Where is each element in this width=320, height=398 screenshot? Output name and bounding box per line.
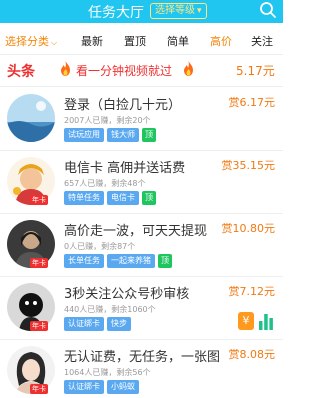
search-icon[interactable] [259, 1, 277, 19]
tab-simple[interactable]: 简单 [167, 33, 189, 49]
task-title: 3秒关注公众号秒审核 [64, 287, 190, 302]
task-tag: 认证绑卡 [64, 317, 104, 331]
task-card[interactable]: 年卡 高价走一波，可天天提现 0人已赚，剩余87个 长单任务 一起来养猪顶 赏10… [0, 214, 283, 276]
task-tag: 长单任务 [64, 254, 104, 268]
task-tags: 认证绑卡 小蚂蚁 [64, 380, 142, 398]
membership-badge: 年卡 [30, 258, 48, 268]
pinned-badge: 顶 [158, 254, 172, 268]
task-tags: 认证绑卡 快步 [64, 317, 134, 336]
task-meta: 1064人已赚，剩余56个 [64, 368, 151, 377]
tab-following[interactable]: 关注 [251, 33, 273, 49]
task-reward: 赏6.17元 [228, 96, 276, 109]
task-reward: 赏7.12元 [228, 285, 276, 298]
headline-banner[interactable]: 头条 看一分钟视频就过 5.17元 [0, 56, 283, 84]
fire-icon [61, 61, 70, 76]
chevron-down-icon: ⌵ [51, 38, 58, 47]
task-meta: 2007人已赚，剩余20个 [64, 116, 151, 125]
task-card[interactable]: 年卡 无认证费，无任务，一张图 1064人已赚，剩余56个 认证绑卡 小蚂蚁 赏8… [0, 340, 283, 398]
task-title: 电信卡 高佣并送话费 [64, 161, 186, 176]
headline-tag: 头条 [7, 64, 35, 80]
task-card[interactable]: 登录（白捡几十元） 2007人已赚，剩余20个 试玩应用 钱大师顶 赏6.17元 [0, 88, 283, 150]
divider [0, 54, 283, 55]
task-tags: 特单任务 电信卡顶 [64, 191, 159, 210]
task-tag: 特单任务 [64, 191, 104, 205]
stats-icon[interactable] [258, 312, 274, 330]
filter-tabs: 选择分类 ⌵ 最新 置顶 简单 高价 关注 [0, 28, 283, 52]
coin-icon[interactable]: ¥ [238, 312, 254, 330]
task-meta: 440人已赚，剩余1060个 [64, 305, 156, 314]
membership-badge: 年卡 [30, 384, 48, 394]
page-title: 任务大厅 [88, 5, 144, 21]
task-reward: 赏8.08元 [228, 348, 276, 361]
task-meta: 0人已赚，剩余87个 [64, 242, 136, 251]
task-card[interactable]: 年卡 电信卡 高佣并送话费 657人已赚，剩余48个 特单任务 电信卡顶 赏35.… [0, 151, 283, 213]
task-tag: 钱大师 [107, 128, 139, 142]
select-level-button[interactable]: 选择等级 ▾ [150, 3, 207, 19]
avatar [7, 94, 55, 142]
task-tag: 一起来养猪 [107, 254, 155, 268]
membership-badge: 年卡 [30, 195, 48, 205]
select-level-label: 选择等级 [155, 5, 195, 16]
task-reward: 赏10.80元 [221, 222, 276, 235]
task-tags: 试玩应用 钱大师顶 [64, 128, 159, 147]
fire-icon [184, 61, 193, 76]
task-tag: 小蚂蚁 [107, 380, 139, 394]
tab-high-price[interactable]: 高价 [210, 33, 232, 49]
select-category-tab[interactable]: 选择分类 ⌵ [5, 33, 57, 49]
divider [0, 86, 283, 87]
task-reward: 赏35.15元 [221, 159, 276, 172]
headline-text: 看一分钟视频就过 [76, 64, 173, 78]
pinned-badge: 顶 [142, 128, 156, 142]
task-tag: 快步 [107, 317, 131, 331]
membership-badge: 年卡 [30, 321, 48, 331]
task-title: 登录（白捡几十元） [64, 98, 182, 113]
top-bar: 任务大厅 选择等级 ▾ [0, 0, 283, 23]
task-tags: 长单任务 一起来养猪顶 [64, 254, 175, 273]
task-tag: 电信卡 [107, 191, 139, 205]
task-tag: 认证绑卡 [64, 380, 104, 394]
headline-price: 5.17元 [236, 64, 275, 78]
pinned-badge: 顶 [142, 191, 156, 205]
select-category-label: 选择分类 [5, 35, 49, 48]
task-tag: 试玩应用 [64, 128, 104, 142]
task-meta: 657人已赚，剩余48个 [64, 179, 146, 188]
tab-latest[interactable]: 最新 [81, 33, 103, 49]
chevron-down-icon: ▾ [197, 6, 202, 16]
task-title: 高价走一波，可天天提现 [64, 224, 208, 239]
task-title: 无认证费，无任务，一张图 [64, 350, 221, 365]
tab-pinned[interactable]: 置顶 [124, 33, 146, 49]
